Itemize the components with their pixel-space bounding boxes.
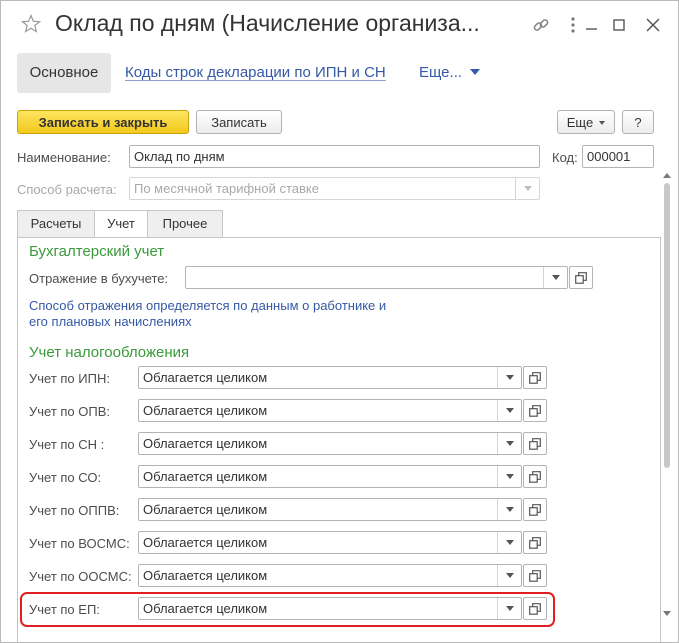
tax-row-value: Облагается целиком [143,436,268,451]
tax-row-select[interactable]: Облагается целиком [138,564,522,587]
nav-link-declaration-codes[interactable]: Коды строк декларации по ИПН и СН [125,64,386,81]
chevron-down-icon[interactable] [543,267,567,288]
tax-section-title: Учет налогообложения [29,344,190,361]
name-input[interactable]: Оклад по дням [129,145,540,168]
nav-main-tab[interactable]: Основное [17,53,111,93]
calc-method-value: По месячной тарифной ставке [134,181,319,196]
tax-row-label: Учет по СН : [29,437,105,452]
open-copy-icon [529,504,541,516]
tax-row-label: Учет по ИПН: [29,371,110,386]
chevron-down-icon[interactable] [497,367,521,388]
reflection-open-button[interactable] [569,266,593,289]
nav-more-menu[interactable]: Еще... [419,64,481,81]
tax-row-value: Облагается целиком [143,568,268,583]
tab-calculations[interactable]: Расчеты [17,210,95,237]
scroll-down-icon[interactable] [663,611,671,616]
more-vertical-icon[interactable] [564,16,582,34]
save-and-close-button[interactable]: Записать и закрыть [17,110,189,134]
reflection-info-text: Способ отражения определяется по данным … [29,298,449,330]
chevron-down-icon [470,69,481,75]
tax-row-open-button[interactable] [523,399,547,422]
tax-row-select[interactable]: Облагается целиком [138,366,522,389]
window-title: Оклад по дням (Начисление организа... [55,10,480,36]
open-copy-icon [529,405,541,417]
tax-row-select[interactable]: Облагается целиком [138,498,522,521]
tax-row-label: Учет по ООСМС: [29,569,132,584]
accounting-section-title: Бухгалтерский учет [29,243,165,260]
reflection-label: Отражение в бухучете: [29,271,169,286]
save-button[interactable]: Записать [196,110,282,134]
tax-row-open-button[interactable] [523,498,547,521]
vertical-scrollbar[interactable] [661,171,673,621]
tax-row-select[interactable]: Облагается целиком [138,432,522,455]
nav-more-label: Еще... [419,64,463,81]
chevron-down-icon [599,121,606,125]
open-copy-icon [575,272,587,284]
chevron-down-icon[interactable] [497,499,521,520]
tax-row-label: Учет по ОПВ: [29,404,111,419]
tab-accounting[interactable]: Учет [94,210,148,239]
chevron-down-icon [515,178,539,199]
chevron-down-icon[interactable] [497,565,521,586]
highlight-frame [20,592,555,627]
reflection-select[interactable] [185,266,568,289]
minimize-icon[interactable] [583,16,601,34]
tax-row-value: Облагается целиком [143,370,268,385]
code-input[interactable]: 000001 [582,145,654,168]
tax-row-value: Облагается целиком [143,403,268,418]
maximize-icon[interactable] [610,16,628,34]
tax-row-open-button[interactable] [523,432,547,455]
scroll-up-icon[interactable] [663,173,671,178]
calc-method-select: По месячной тарифной ставке [129,177,540,200]
reflection-info-line-1: Способ отражения определяется по данным … [29,298,387,313]
tab-other[interactable]: Прочее [147,210,223,237]
tax-row-open-button[interactable] [523,564,547,587]
open-copy-icon [529,438,541,450]
open-copy-icon [529,570,541,582]
open-copy-icon [529,372,541,384]
tax-row-open-button[interactable] [523,366,547,389]
open-copy-icon [529,537,541,549]
tax-row-select[interactable]: Облагается целиком [138,465,522,488]
open-copy-icon [529,471,541,483]
star-icon[interactable] [20,13,42,34]
close-icon[interactable] [644,16,662,34]
tax-row-label: Учет по ОППВ: [29,503,120,518]
tax-row-open-button[interactable] [523,465,547,488]
tax-row-select[interactable]: Облагается целиком [138,531,522,554]
link-icon[interactable] [532,16,550,34]
chevron-down-icon[interactable] [497,532,521,553]
tax-row-value: Облагается целиком [143,535,268,550]
tax-row-value: Облагается целиком [143,469,268,484]
form-window: Оклад по дням (Начисление организа... Ос… [0,0,679,643]
scrollbar-thumb[interactable] [664,183,670,468]
tax-row-open-button[interactable] [523,531,547,554]
chevron-down-icon[interactable] [497,400,521,421]
code-label: Код: [552,150,578,165]
help-button[interactable]: ? [622,110,654,134]
reflection-info-line-2: его плановых начислениях [29,314,192,329]
tax-row-label: Учет по ВОСМС: [29,536,130,551]
tax-row-value: Облагается целиком [143,502,268,517]
tax-row-select[interactable]: Облагается целиком [138,399,522,422]
chevron-down-icon[interactable] [497,466,521,487]
more-button-label: Еще [566,115,594,130]
calc-method-label: Способ расчета: [17,182,117,197]
more-button[interactable]: Еще [557,110,615,134]
chevron-down-icon[interactable] [497,433,521,454]
name-label: Наименование: [17,150,111,165]
title-bar: Оклад по дням (Начисление организа... [1,1,678,47]
tax-row-label: Учет по СО: [29,470,102,485]
